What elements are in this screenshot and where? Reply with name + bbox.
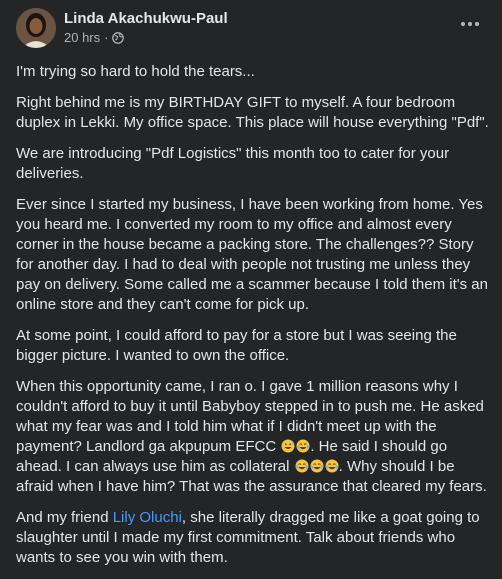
grinning-sweat-emoji-icon	[281, 439, 295, 453]
paragraph-2: Right behind me is my BIRTHDAY GIFT to m…	[16, 94, 489, 131]
post-body: I'm trying so hard to hold the tears... …	[16, 62, 494, 579]
timestamp[interactable]: 20 hrs	[64, 30, 100, 45]
paragraph-7-part-1: And my friend	[16, 509, 113, 526]
paragraph-5: At some point, I could afford to pay for…	[16, 327, 457, 364]
post-meta: 20 hrs ·	[64, 30, 125, 45]
paragraph-1: I'm trying so hard to hold the tears...	[16, 63, 255, 80]
more-options-icon[interactable]	[456, 10, 484, 38]
paragraph-6: When this opportunity came, I ran o. I g…	[16, 377, 494, 497]
paragraph-3: We are introducing "Pdf Logistics" this …	[16, 145, 450, 182]
post-header: Linda Akachukwu-Paul 20 hrs ·	[16, 8, 492, 48]
tears-of-joy-emoji-icon	[325, 459, 339, 473]
tagged-friend-link[interactable]: Lily Oluchi	[113, 509, 182, 526]
tears-of-joy-emoji-icon	[295, 459, 309, 473]
meta-separator: ·	[104, 30, 109, 45]
author-name[interactable]: Linda Akachukwu-Paul	[64, 10, 228, 27]
globe-icon	[112, 31, 125, 44]
tears-of-joy-emoji-icon	[310, 459, 324, 473]
author-avatar[interactable]	[16, 8, 56, 48]
tears-of-joy-emoji-icon	[296, 439, 310, 453]
paragraph-4: Ever since I started my business, I have…	[16, 196, 488, 313]
post-card: Linda Akachukwu-Paul 20 hrs · I'm trying…	[0, 0, 502, 566]
paragraph-7: And my friend Lily Oluchi, she literally…	[16, 508, 494, 568]
